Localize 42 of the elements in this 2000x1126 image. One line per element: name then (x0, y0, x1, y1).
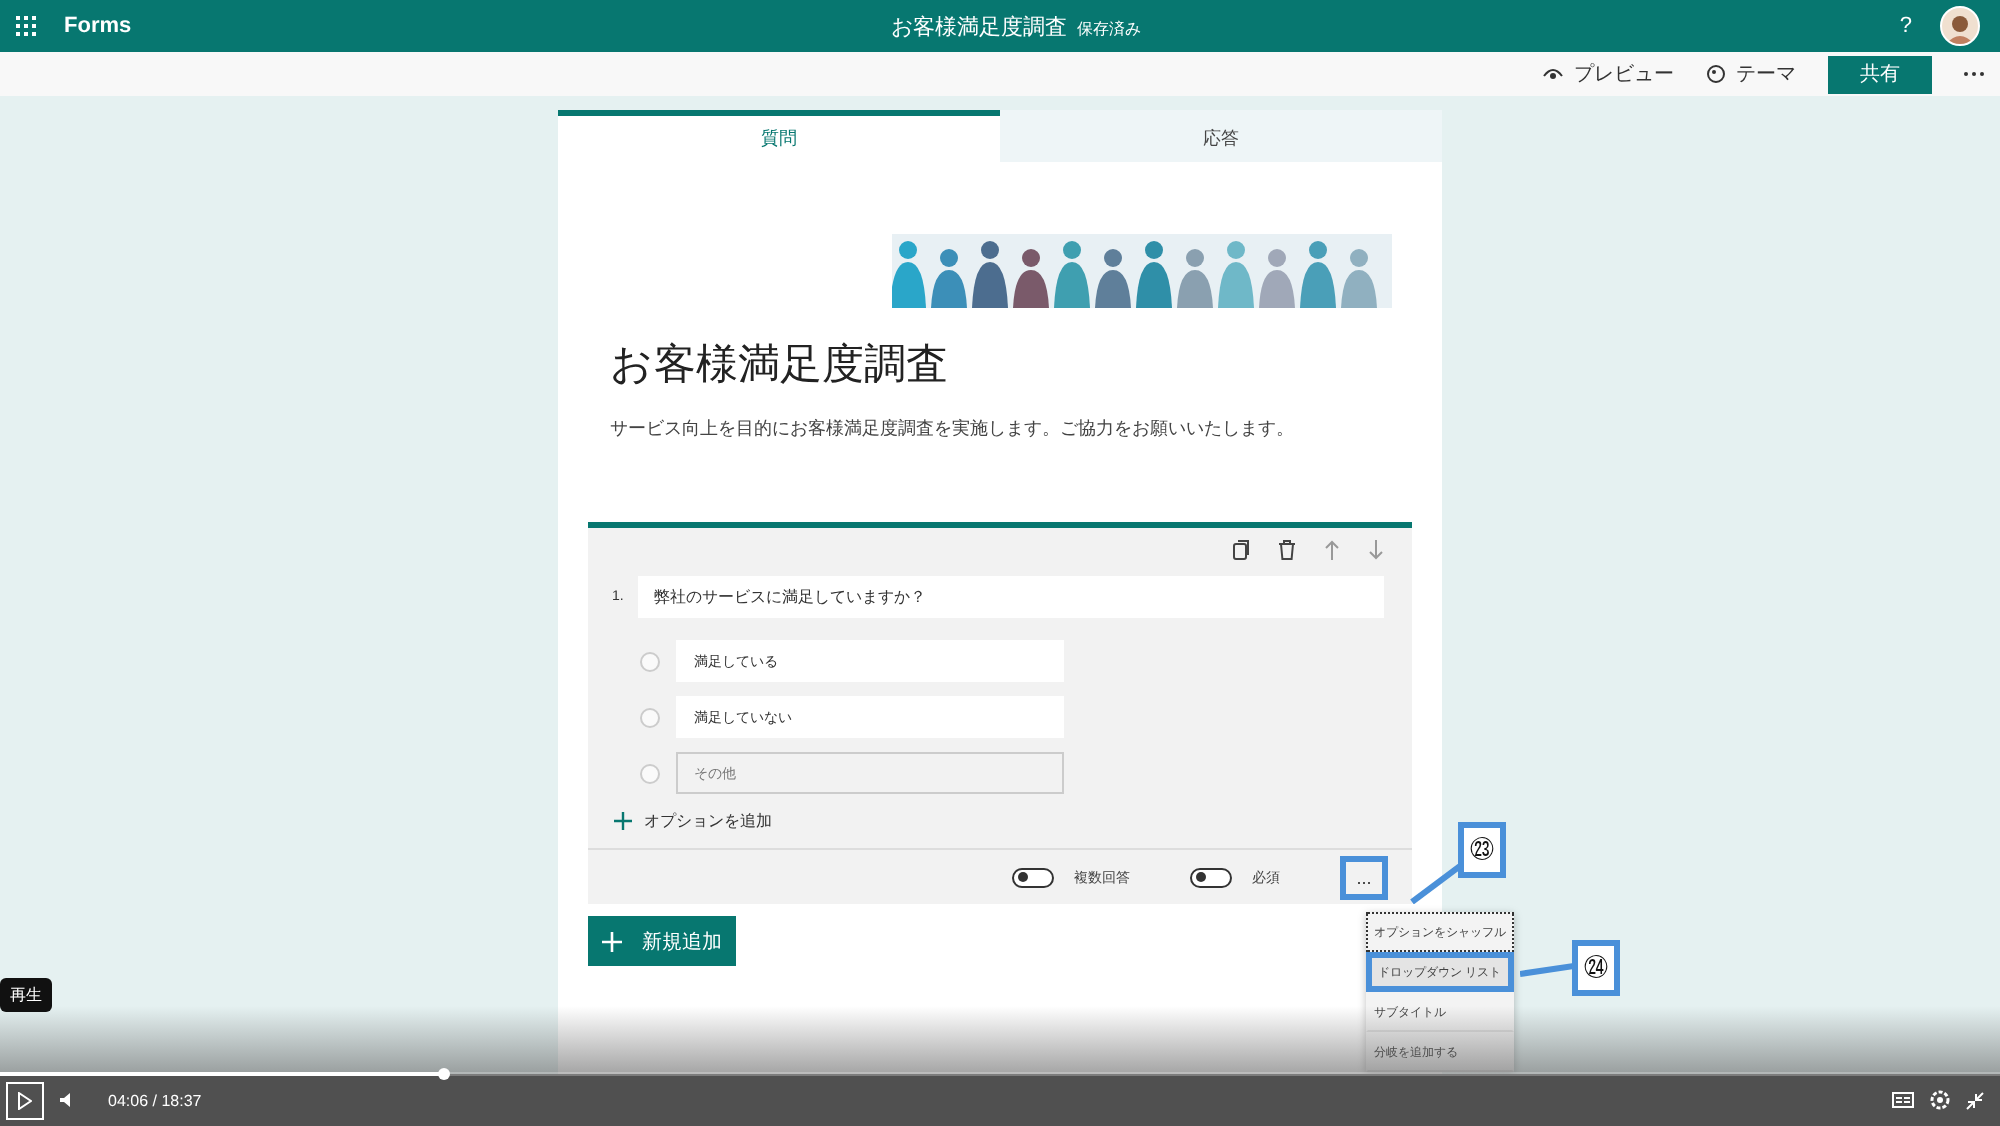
radio-button[interactable] (640, 707, 660, 727)
collapse-icon[interactable] (1966, 1091, 1984, 1109)
toggle-switch[interactable] (1012, 867, 1054, 887)
down-arrow-icon[interactable] (1368, 540, 1384, 560)
progress-thumb[interactable] (438, 1068, 450, 1080)
form-description: サービス向上を目的にお客様満足度調査を実施します。ご協力をお願いいたします。 (610, 416, 1296, 442)
avatar[interactable] (1940, 6, 1980, 46)
share-button[interactable]: 共有 (1828, 55, 1932, 93)
form-title: お客様満足度調査 (610, 340, 950, 392)
play-button[interactable] (6, 1081, 44, 1119)
radio-button[interactable] (640, 763, 660, 783)
theme-button[interactable]: テーマ (1706, 60, 1796, 88)
radio-button[interactable] (640, 651, 660, 671)
trash-icon[interactable] (1278, 540, 1296, 560)
plus-icon (614, 812, 632, 830)
help-button[interactable]: ? (1899, 14, 1912, 38)
app-name: Forms (64, 14, 132, 38)
save-status: 保存済み (1076, 17, 1141, 39)
app-launcher-icon[interactable] (16, 16, 36, 36)
toggle-switch[interactable] (1190, 867, 1232, 887)
more-options-button[interactable]: ... (1340, 855, 1388, 899)
callout-number: ㉓ (1458, 822, 1506, 878)
preview-button[interactable]: プレビュー (1542, 60, 1674, 88)
tab[interactable]: 応答 (1000, 110, 1442, 162)
volume-icon[interactable] (60, 1092, 76, 1108)
leader-line (1520, 962, 1574, 978)
callout-number: ㉔ (1572, 940, 1620, 996)
up-arrow-icon[interactable] (1324, 540, 1340, 560)
captions-icon[interactable] (1892, 1092, 1914, 1108)
question-field[interactable]: 弊社のサービスに満足していますか？ (637, 576, 1384, 618)
copy-icon[interactable] (1232, 540, 1250, 560)
leader-line (1410, 864, 1462, 904)
palette-icon (1706, 64, 1726, 84)
document-title: お客様満足度調査 (890, 13, 1067, 41)
settings-icon[interactable] (1930, 1090, 1950, 1110)
add-new-button[interactable]: 新規追加 (588, 916, 736, 966)
play-icon (18, 1091, 32, 1109)
add-option-button[interactable]: オプションを追加 (614, 810, 772, 832)
plus-icon (602, 931, 622, 951)
playback-time: 04:06 / 18:37 (108, 1091, 202, 1109)
eye-icon (1542, 66, 1564, 82)
tooltip: 再生 (0, 978, 52, 1012)
